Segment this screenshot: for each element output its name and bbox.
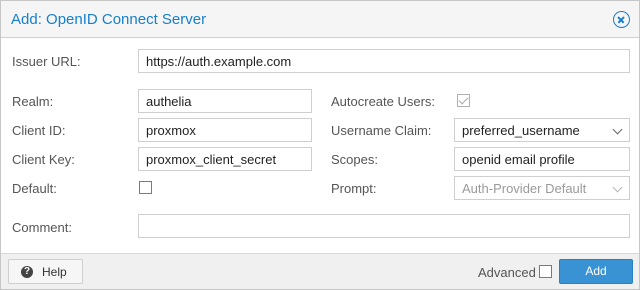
username-claim-label: Username Claim:	[331, 123, 432, 138]
comment-input[interactable]	[138, 214, 630, 238]
advanced-label: Advanced	[478, 265, 536, 280]
chevron-down-icon[interactable]	[612, 182, 623, 193]
client-key-label: Client Key:	[12, 152, 75, 167]
client-id-input[interactable]: proxmox	[138, 118, 312, 142]
default-label: Default:	[12, 181, 57, 196]
username-claim-select[interactable]: preferred_username	[454, 118, 630, 142]
realm-input[interactable]: authelia	[138, 89, 312, 113]
add-button[interactable]: Add	[559, 259, 633, 284]
close-icon[interactable]	[613, 11, 630, 28]
autocreate-users-label: Autocreate Users:	[331, 94, 436, 109]
client-id-label: Client ID:	[12, 123, 66, 138]
help-button-label: Help	[42, 265, 67, 279]
help-button[interactable]: ? Help	[8, 259, 83, 284]
advanced-checkbox[interactable]	[539, 265, 552, 278]
prompt-label: Prompt:	[331, 181, 377, 196]
scopes-input[interactable]: openid email profile	[454, 147, 630, 171]
prompt-value: Auth-Provider Default	[462, 181, 587, 196]
realm-label: Realm:	[12, 94, 54, 109]
username-claim-value: preferred_username	[462, 123, 580, 138]
openid-server-dialog: Add: OpenID Connect Server Issuer URL: h…	[0, 0, 640, 290]
comment-label: Comment:	[12, 220, 72, 235]
client-key-input[interactable]: proxmox_client_secret	[138, 147, 312, 171]
chevron-down-icon[interactable]	[612, 124, 623, 135]
issuer-url-label: Issuer URL:	[12, 54, 81, 69]
autocreate-users-checkbox[interactable]	[457, 94, 470, 107]
question-circle-icon: ?	[21, 266, 33, 278]
default-checkbox[interactable]	[139, 181, 152, 194]
prompt-select[interactable]: Auth-Provider Default	[454, 176, 630, 200]
issuer-url-input[interactable]: https://auth.example.com	[138, 49, 630, 73]
dialog-footer: ? Help Advanced Add	[1, 253, 639, 289]
dialog-title: Add: OpenID Connect Server	[11, 11, 207, 28]
checkmark-icon	[458, 94, 469, 105]
scopes-label: Scopes:	[331, 152, 378, 167]
dialog-titlebar: Add: OpenID Connect Server	[1, 1, 639, 38]
